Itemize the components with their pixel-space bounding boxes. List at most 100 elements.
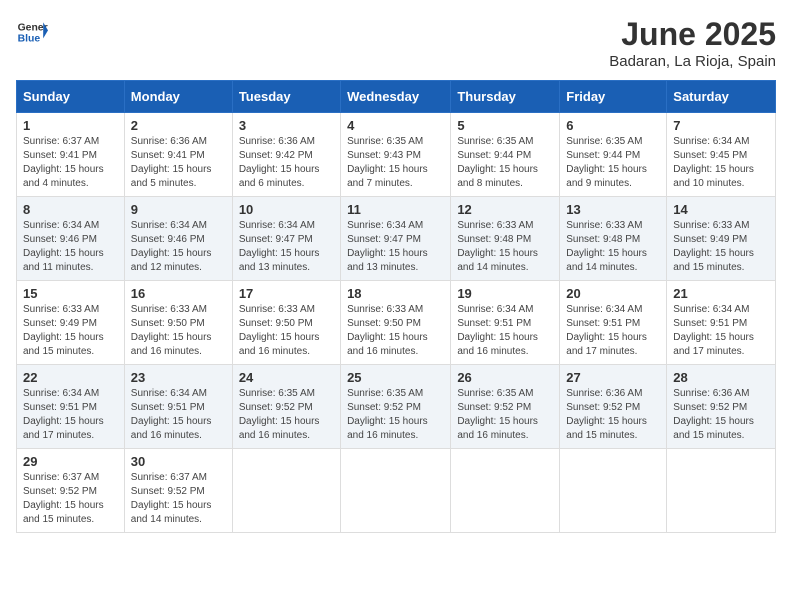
- logo: General Blue: [16, 16, 48, 48]
- day-info: Sunrise: 6:36 AM Sunset: 9:52 PM Dayligh…: [673, 387, 769, 443]
- day-info: Sunrise: 6:34 AM Sunset: 9:47 PM Dayligh…: [347, 219, 444, 275]
- table-row: 22 Sunrise: 6:34 AM Sunset: 9:51 PM Dayl…: [17, 365, 125, 449]
- day-number: 27: [566, 370, 660, 385]
- day-info: Sunrise: 6:34 AM Sunset: 9:47 PM Dayligh…: [239, 219, 334, 275]
- day-number: 26: [457, 370, 553, 385]
- day-info: Sunrise: 6:34 AM Sunset: 9:51 PM Dayligh…: [566, 303, 660, 359]
- day-info: Sunrise: 6:36 AM Sunset: 9:52 PM Dayligh…: [566, 387, 660, 443]
- day-info: Sunrise: 6:33 AM Sunset: 9:50 PM Dayligh…: [347, 303, 444, 359]
- day-number: 9: [131, 202, 226, 217]
- table-row: 19 Sunrise: 6:34 AM Sunset: 9:51 PM Dayl…: [451, 281, 560, 365]
- calendar-week-row: 1 Sunrise: 6:37 AM Sunset: 9:41 PM Dayli…: [17, 113, 776, 197]
- day-info: Sunrise: 6:33 AM Sunset: 9:48 PM Dayligh…: [457, 219, 553, 275]
- header-wednesday: Wednesday: [341, 81, 451, 113]
- header-monday: Monday: [124, 81, 232, 113]
- calendar-header-row: Sunday Monday Tuesday Wednesday Thursday…: [17, 81, 776, 113]
- day-number: 30: [131, 454, 226, 469]
- day-number: 24: [239, 370, 334, 385]
- day-number: 28: [673, 370, 769, 385]
- day-number: 20: [566, 286, 660, 301]
- table-row: 30 Sunrise: 6:37 AM Sunset: 9:52 PM Dayl…: [124, 449, 232, 533]
- table-row: 4 Sunrise: 6:35 AM Sunset: 9:43 PM Dayli…: [341, 113, 451, 197]
- day-info: Sunrise: 6:37 AM Sunset: 9:41 PM Dayligh…: [23, 135, 118, 191]
- day-number: 12: [457, 202, 553, 217]
- table-row: 24 Sunrise: 6:35 AM Sunset: 9:52 PM Dayl…: [232, 365, 340, 449]
- calendar-week-row: 8 Sunrise: 6:34 AM Sunset: 9:46 PM Dayli…: [17, 197, 776, 281]
- table-row: [560, 449, 667, 533]
- table-row: 5 Sunrise: 6:35 AM Sunset: 9:44 PM Dayli…: [451, 113, 560, 197]
- day-number: 8: [23, 202, 118, 217]
- day-info: Sunrise: 6:35 AM Sunset: 9:44 PM Dayligh…: [566, 135, 660, 191]
- day-info: Sunrise: 6:35 AM Sunset: 9:44 PM Dayligh…: [457, 135, 553, 191]
- table-row: 1 Sunrise: 6:37 AM Sunset: 9:41 PM Dayli…: [17, 113, 125, 197]
- day-info: Sunrise: 6:34 AM Sunset: 9:46 PM Dayligh…: [23, 219, 118, 275]
- header-tuesday: Tuesday: [232, 81, 340, 113]
- calendar-subtitle: Badaran, La Rioja, Spain: [609, 53, 776, 70]
- table-row: 17 Sunrise: 6:33 AM Sunset: 9:50 PM Dayl…: [232, 281, 340, 365]
- table-row: 7 Sunrise: 6:34 AM Sunset: 9:45 PM Dayli…: [667, 113, 776, 197]
- table-row: [451, 449, 560, 533]
- day-number: 21: [673, 286, 769, 301]
- day-number: 5: [457, 118, 553, 133]
- day-number: 14: [673, 202, 769, 217]
- table-row: 2 Sunrise: 6:36 AM Sunset: 9:41 PM Dayli…: [124, 113, 232, 197]
- day-number: 4: [347, 118, 444, 133]
- day-info: Sunrise: 6:34 AM Sunset: 9:51 PM Dayligh…: [23, 387, 118, 443]
- title-area: June 2025 Badaran, La Rioja, Spain: [609, 16, 776, 70]
- day-number: 29: [23, 454, 118, 469]
- day-info: Sunrise: 6:34 AM Sunset: 9:46 PM Dayligh…: [131, 219, 226, 275]
- page-header: General Blue June 2025 Badaran, La Rioja…: [16, 16, 776, 70]
- day-number: 13: [566, 202, 660, 217]
- table-row: 9 Sunrise: 6:34 AM Sunset: 9:46 PM Dayli…: [124, 197, 232, 281]
- table-row: [667, 449, 776, 533]
- day-number: 17: [239, 286, 334, 301]
- table-row: 3 Sunrise: 6:36 AM Sunset: 9:42 PM Dayli…: [232, 113, 340, 197]
- day-number: 15: [23, 286, 118, 301]
- day-info: Sunrise: 6:35 AM Sunset: 9:43 PM Dayligh…: [347, 135, 444, 191]
- day-number: 18: [347, 286, 444, 301]
- calendar-week-row: 15 Sunrise: 6:33 AM Sunset: 9:49 PM Dayl…: [17, 281, 776, 365]
- day-info: Sunrise: 6:33 AM Sunset: 9:50 PM Dayligh…: [239, 303, 334, 359]
- table-row: 20 Sunrise: 6:34 AM Sunset: 9:51 PM Dayl…: [560, 281, 667, 365]
- day-info: Sunrise: 6:35 AM Sunset: 9:52 PM Dayligh…: [457, 387, 553, 443]
- table-row: 6 Sunrise: 6:35 AM Sunset: 9:44 PM Dayli…: [560, 113, 667, 197]
- table-row: 12 Sunrise: 6:33 AM Sunset: 9:48 PM Dayl…: [451, 197, 560, 281]
- day-number: 16: [131, 286, 226, 301]
- table-row: 14 Sunrise: 6:33 AM Sunset: 9:49 PM Dayl…: [667, 197, 776, 281]
- day-info: Sunrise: 6:34 AM Sunset: 9:51 PM Dayligh…: [457, 303, 553, 359]
- day-number: 7: [673, 118, 769, 133]
- day-info: Sunrise: 6:34 AM Sunset: 9:51 PM Dayligh…: [131, 387, 226, 443]
- day-info: Sunrise: 6:35 AM Sunset: 9:52 PM Dayligh…: [347, 387, 444, 443]
- table-row: 29 Sunrise: 6:37 AM Sunset: 9:52 PM Dayl…: [17, 449, 125, 533]
- day-number: 6: [566, 118, 660, 133]
- day-number: 11: [347, 202, 444, 217]
- day-info: Sunrise: 6:34 AM Sunset: 9:45 PM Dayligh…: [673, 135, 769, 191]
- header-thursday: Thursday: [451, 81, 560, 113]
- day-info: Sunrise: 6:36 AM Sunset: 9:41 PM Dayligh…: [131, 135, 226, 191]
- day-number: 22: [23, 370, 118, 385]
- table-row: 8 Sunrise: 6:34 AM Sunset: 9:46 PM Dayli…: [17, 197, 125, 281]
- day-info: Sunrise: 6:37 AM Sunset: 9:52 PM Dayligh…: [131, 471, 226, 527]
- day-info: Sunrise: 6:36 AM Sunset: 9:42 PM Dayligh…: [239, 135, 334, 191]
- day-number: 19: [457, 286, 553, 301]
- table-row: 15 Sunrise: 6:33 AM Sunset: 9:49 PM Dayl…: [17, 281, 125, 365]
- day-info: Sunrise: 6:33 AM Sunset: 9:49 PM Dayligh…: [23, 303, 118, 359]
- day-number: 3: [239, 118, 334, 133]
- table-row: 21 Sunrise: 6:34 AM Sunset: 9:51 PM Dayl…: [667, 281, 776, 365]
- logo-icon: General Blue: [16, 16, 48, 48]
- table-row: 28 Sunrise: 6:36 AM Sunset: 9:52 PM Dayl…: [667, 365, 776, 449]
- table-row: [341, 449, 451, 533]
- day-number: 25: [347, 370, 444, 385]
- header-friday: Friday: [560, 81, 667, 113]
- header-saturday: Saturday: [667, 81, 776, 113]
- day-number: 1: [23, 118, 118, 133]
- svg-text:Blue: Blue: [18, 34, 41, 45]
- table-row: 18 Sunrise: 6:33 AM Sunset: 9:50 PM Dayl…: [341, 281, 451, 365]
- day-number: 2: [131, 118, 226, 133]
- table-row: 27 Sunrise: 6:36 AM Sunset: 9:52 PM Dayl…: [560, 365, 667, 449]
- day-info: Sunrise: 6:37 AM Sunset: 9:52 PM Dayligh…: [23, 471, 118, 527]
- table-row: 26 Sunrise: 6:35 AM Sunset: 9:52 PM Dayl…: [451, 365, 560, 449]
- day-info: Sunrise: 6:35 AM Sunset: 9:52 PM Dayligh…: [239, 387, 334, 443]
- day-info: Sunrise: 6:33 AM Sunset: 9:49 PM Dayligh…: [673, 219, 769, 275]
- day-number: 23: [131, 370, 226, 385]
